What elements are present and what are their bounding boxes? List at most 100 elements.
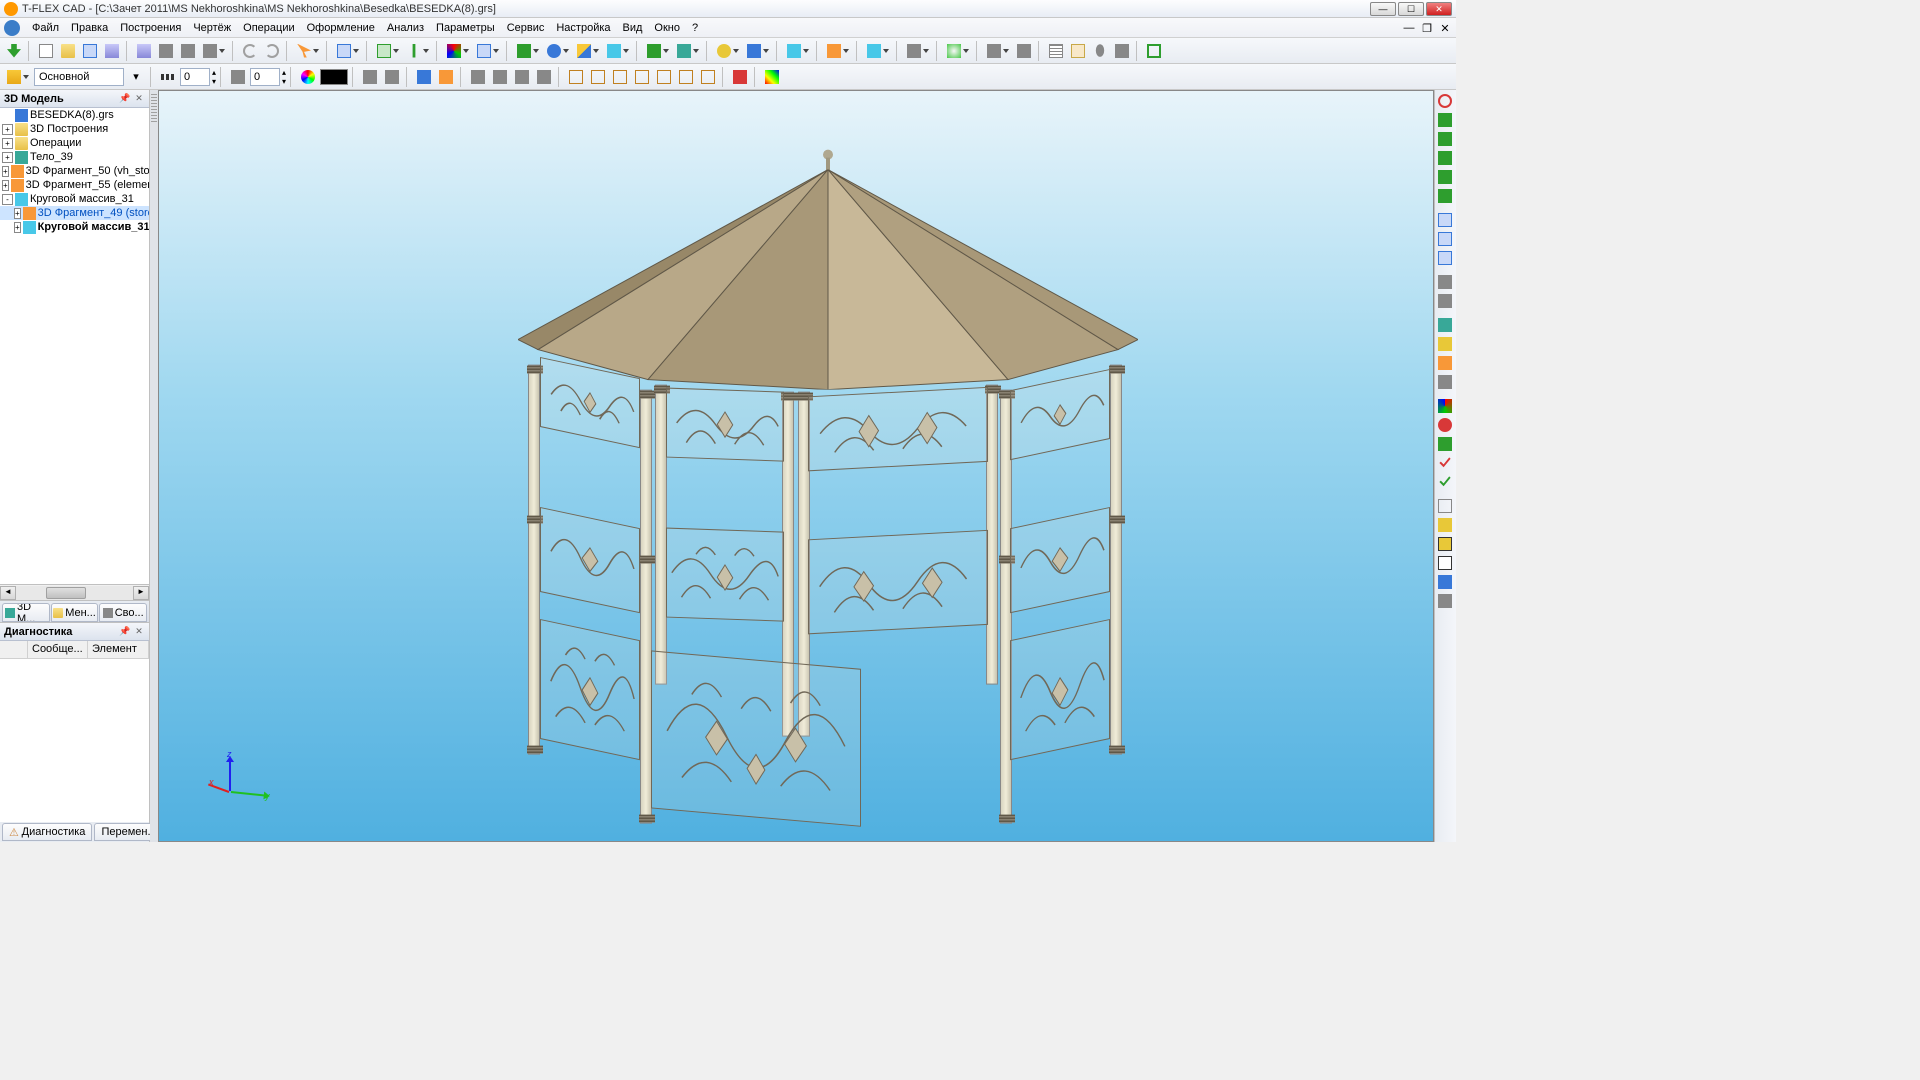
- refresh-icon[interactable]: [1436, 92, 1454, 110]
- plane-button[interactable]: [334, 41, 362, 61]
- close-panel-icon[interactable]: ✕: [133, 93, 145, 105]
- layer-combo[interactable]: [34, 68, 124, 86]
- snap-4-button[interactable]: [534, 67, 554, 87]
- revolve-button[interactable]: [544, 41, 572, 61]
- menu-params[interactable]: Параметры: [430, 20, 501, 36]
- tree-expander-icon[interactable]: +: [2, 152, 13, 163]
- tree-item[interactable]: +Операции: [0, 136, 149, 150]
- snap-face-icon[interactable]: [1436, 354, 1454, 372]
- tree-expander-icon[interactable]: +: [2, 166, 9, 177]
- doc-close-button[interactable]: ✕: [1438, 22, 1452, 34]
- tree-item[interactable]: +3D Фрагмент_50 (vh_storona.g: [0, 164, 149, 178]
- tree-expander-icon[interactable]: +: [2, 124, 13, 135]
- menu-view[interactable]: Вид: [617, 20, 649, 36]
- workplane-button[interactable]: [374, 41, 402, 61]
- array-button[interactable]: [744, 41, 772, 61]
- view-3-button[interactable]: [610, 67, 630, 87]
- measure-button[interactable]: [984, 41, 1012, 61]
- diag-col-message[interactable]: Сообще...: [28, 641, 88, 658]
- tree-expander-icon[interactable]: [2, 110, 13, 121]
- menu-drawing[interactable]: Чертёж: [187, 20, 237, 36]
- pan-icon[interactable]: [1436, 168, 1454, 186]
- scroll-left-icon[interactable]: ◄: [0, 586, 16, 600]
- view-7-button[interactable]: [698, 67, 718, 87]
- snap-origin-icon[interactable]: [1436, 316, 1454, 334]
- diag-col-icon[interactable]: [0, 641, 28, 658]
- view-2-button[interactable]: [588, 67, 608, 87]
- close-button[interactable]: ✕: [1426, 2, 1452, 16]
- layer-dropdown[interactable]: ▾: [126, 67, 146, 87]
- boolean-button[interactable]: [574, 41, 602, 61]
- attach-button[interactable]: [1090, 41, 1110, 61]
- linetype-button[interactable]: [158, 67, 178, 87]
- face-button[interactable]: [864, 41, 892, 61]
- menu-analysis[interactable]: Анализ: [381, 20, 430, 36]
- blend-button[interactable]: [604, 41, 632, 61]
- view-front-icon[interactable]: [1436, 211, 1454, 229]
- link-button[interactable]: [1112, 41, 1132, 61]
- select-button[interactable]: [294, 41, 322, 61]
- undo-button[interactable]: [240, 41, 260, 61]
- num-input-2[interactable]: [250, 68, 280, 86]
- tree-expander-icon[interactable]: +: [14, 222, 21, 233]
- delete-face-button[interactable]: [904, 41, 932, 61]
- render-button[interactable]: [762, 67, 782, 87]
- cut-button[interactable]: [674, 41, 702, 61]
- tab-diagnostics[interactable]: ⚠ Диагностика: [2, 823, 92, 841]
- layer-icon-button[interactable]: [4, 67, 32, 87]
- tree-item[interactable]: +Тело_39: [0, 150, 149, 164]
- new-button[interactable]: [36, 41, 56, 61]
- viewport-splitter[interactable]: [150, 90, 158, 842]
- frame-icon[interactable]: [1436, 435, 1454, 453]
- snap-3-button[interactable]: [512, 67, 532, 87]
- doc-minimize-button[interactable]: —: [1402, 22, 1416, 34]
- view-1-button[interactable]: [566, 67, 586, 87]
- tree-item[interactable]: +3D Фрагмент_49 (storona.g: [0, 206, 149, 220]
- perspective-icon[interactable]: [1436, 573, 1454, 591]
- open-button[interactable]: [58, 41, 78, 61]
- library-button[interactable]: [80, 41, 100, 61]
- menu-construct[interactable]: Построения: [114, 20, 187, 36]
- view-5-button[interactable]: [654, 67, 674, 87]
- maximize-button[interactable]: ☐: [1398, 2, 1424, 16]
- color-swatch[interactable]: [320, 69, 348, 85]
- num-input-1[interactable]: [180, 68, 210, 86]
- copy-button[interactable]: [784, 41, 812, 61]
- print-button[interactable]: [178, 41, 198, 61]
- diag-col-element[interactable]: Элемент: [88, 641, 149, 658]
- render-mode-icon[interactable]: [1436, 592, 1454, 610]
- rotate-icon[interactable]: [1436, 187, 1454, 205]
- view-6-button[interactable]: [676, 67, 696, 87]
- shaded-icon[interactable]: [1436, 516, 1454, 534]
- hidden-line-icon[interactable]: [1436, 554, 1454, 572]
- menu-window[interactable]: Окно: [648, 20, 686, 36]
- zoom-in-icon[interactable]: [1436, 130, 1454, 148]
- shaded-edge-icon[interactable]: [1436, 535, 1454, 553]
- tree-expander-icon[interactable]: +: [2, 180, 9, 191]
- save-button[interactable]: [102, 41, 122, 61]
- tree-item[interactable]: +3D Построения: [0, 122, 149, 136]
- doc-restore-button[interactable]: ❐: [1420, 22, 1434, 34]
- snap-edge-icon[interactable]: [1436, 373, 1454, 391]
- 3d-viewport[interactable]: z y x: [158, 90, 1434, 842]
- clip-icon[interactable]: [1436, 273, 1454, 291]
- tree-item[interactable]: +3D Фрагмент_55 (elementi\vert: [0, 178, 149, 192]
- zoom-fit-icon[interactable]: [1436, 111, 1454, 129]
- hatch-button[interactable]: [228, 67, 248, 87]
- tree-scrollbar[interactable]: ◄ ►: [0, 584, 149, 600]
- menu-file[interactable]: Файл: [26, 20, 65, 36]
- menu-service[interactable]: Сервис: [501, 20, 551, 36]
- camera-button[interactable]: [730, 67, 750, 87]
- tab-props[interactable]: Сво...: [99, 603, 147, 622]
- lcs-button[interactable]: [444, 41, 472, 61]
- tree-item[interactable]: BESEDKA(8).grs: [0, 108, 149, 122]
- visibility-button[interactable]: [382, 67, 402, 87]
- tree-expander-icon[interactable]: -: [2, 194, 13, 205]
- menu-help[interactable]: ?: [686, 20, 704, 36]
- view-right-icon[interactable]: [1436, 230, 1454, 248]
- snap-1-button[interactable]: [468, 67, 488, 87]
- tab-menu[interactable]: Мен...: [51, 603, 99, 622]
- axis-button[interactable]: [404, 41, 432, 61]
- color-wheel-button[interactable]: [298, 67, 318, 87]
- view-top-icon[interactable]: [1436, 249, 1454, 267]
